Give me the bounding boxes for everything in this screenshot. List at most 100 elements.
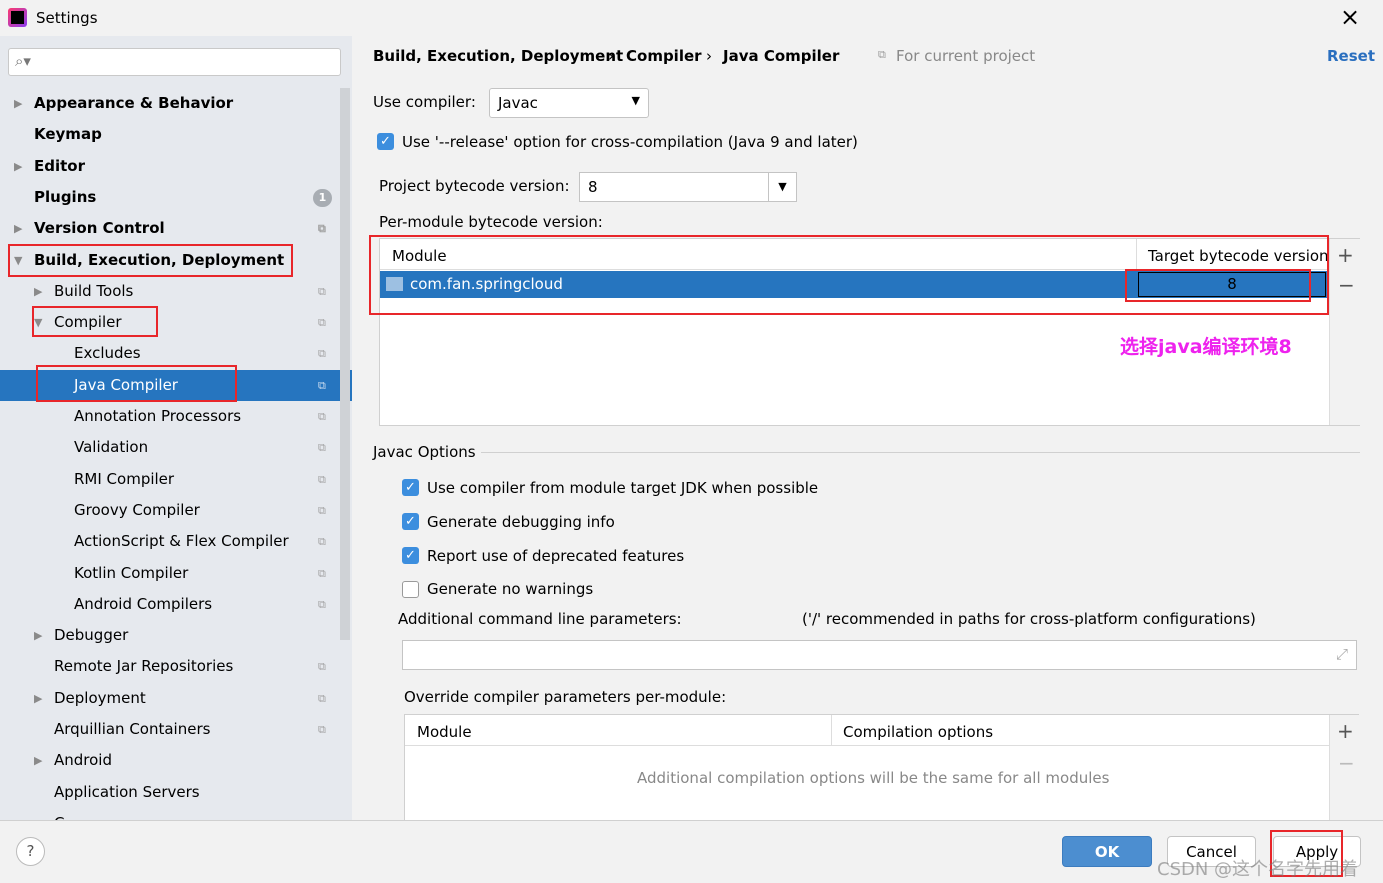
highlight-build <box>8 244 293 277</box>
sidebar-item[interactable]: ▶ Appearance & Behavior <box>0 88 340 119</box>
project-scope-icon: ⧉ <box>318 378 326 392</box>
sidebar-item-label: Annotation Processors <box>74 407 242 425</box>
search-input[interactable]: ⌕▾ <box>8 48 341 76</box>
sidebar-item-label: Plugins <box>34 187 97 206</box>
option-checkbox[interactable]: ✓ <box>402 547 419 564</box>
sidebar-scrollbar[interactable] <box>340 88 350 640</box>
sidebar-item[interactable]: Plugins 1 <box>0 182 340 213</box>
sidebar-item[interactable]: Kotlin Compiler ⧉ <box>0 558 340 589</box>
sidebar-item[interactable]: RMI Compiler ⧉ <box>0 464 340 495</box>
sidebar-item-label: Version Control <box>34 219 165 238</box>
override-table: Module Compilation options Additional co… <box>404 714 1359 821</box>
highlight-version <box>1125 269 1311 302</box>
sidebar-item[interactable]: Validation ⧉ <box>0 432 340 463</box>
sidebar-item[interactable]: ▶ Android <box>0 745 340 776</box>
sidebar-item[interactable]: Application Servers <box>0 777 340 808</box>
sidebar-item-label: Application Servers <box>54 782 200 801</box>
search-icon: ⌕▾ <box>15 52 31 70</box>
sidebar-item[interactable]: Android Compilers ⧉ <box>0 589 340 620</box>
title-bar: Settings × <box>0 0 1383 36</box>
remove-icon[interactable]: − <box>1338 273 1355 297</box>
option-checkbox[interactable]: ✓ <box>402 479 419 496</box>
expand-icon[interactable]: ⤢ <box>1336 645 1348 663</box>
option-label: Generate no warnings <box>427 580 594 598</box>
sidebar-item[interactable]: C⧉ <box>0 808 340 820</box>
collapsed-arrow-icon[interactable]: ▶ <box>14 88 22 119</box>
project-scope-icon: ⧉ <box>318 410 326 423</box>
breadcrumb-item[interactable]: Java Compiler <box>723 47 839 65</box>
collapsed-arrow-icon[interactable]: ▶ <box>34 745 42 776</box>
sidebar-item[interactable]: ▶ Editor <box>0 151 340 182</box>
sidebar-item[interactable]: Keymap <box>0 119 340 150</box>
compiler-select[interactable]: Javac ▼ <box>489 88 649 118</box>
cmd-params-hint: ('/' recommended in paths for cross-plat… <box>802 610 1256 628</box>
ok-button[interactable]: OK <box>1062 836 1152 867</box>
compiler-value: Javac <box>498 94 538 112</box>
sidebar-item[interactable]: Annotation Processors ⧉ <box>0 401 340 432</box>
watermark: CSDN @这个名字先用着 <box>1157 859 1359 880</box>
override-label: Override compiler parameters per-module: <box>404 688 727 706</box>
close-icon[interactable]: × <box>1340 3 1360 31</box>
sidebar-item-label: Editor <box>34 156 85 175</box>
bytecode-combo[interactable]: 8 ▼ <box>579 172 797 202</box>
annotation-text: 选择java编译环境8 <box>1120 336 1292 358</box>
release-label: Use '--release' option for cross-compila… <box>402 133 858 151</box>
sidebar-item[interactable]: Groovy Compiler ⧉ <box>0 495 340 526</box>
collapsed-arrow-icon[interactable]: ▶ <box>14 151 22 182</box>
breadcrumb-item[interactable]: Compiler <box>626 47 702 65</box>
project-scope-icon: ⧉ <box>318 441 326 455</box>
add-icon[interactable]: + <box>1337 243 1354 267</box>
app-logo-icon <box>8 8 27 27</box>
option-label: Generate debugging info <box>427 513 615 531</box>
project-scope-icon: ⧉ <box>318 660 326 674</box>
sidebar-item[interactable]: ActionScript & Flex Compiler ⧉ <box>0 526 340 557</box>
help-button[interactable]: ? <box>16 837 45 866</box>
collapsed-arrow-icon[interactable]: ▶ <box>34 683 42 714</box>
breadcrumb-separator: › <box>608 47 614 65</box>
sidebar-item-label: Build Tools <box>54 281 134 300</box>
sidebar-item-label: Validation <box>74 438 149 457</box>
option-checkbox[interactable] <box>402 581 419 598</box>
breadcrumb-item[interactable]: Build, Execution, Deployment <box>373 47 623 65</box>
sidebar-item[interactable]: Arquillian Containers ⧉ <box>0 714 340 745</box>
highlight-java-compiler <box>36 365 237 402</box>
collapsed-arrow-icon[interactable]: ▶ <box>34 620 42 651</box>
per-module-label: Per-module bytecode version: <box>379 213 603 231</box>
copy-icon: ⧉ <box>878 48 886 61</box>
column-header-options[interactable]: Compilation options <box>831 715 993 745</box>
option-label: Report use of deprecated features <box>427 547 685 565</box>
sidebar-item-label: Kotlin Compiler <box>74 563 189 582</box>
project-scope-icon: ⧉ <box>318 284 326 298</box>
project-scope-icon: ⧉ <box>318 316 326 330</box>
release-checkbox[interactable]: ✓ <box>377 133 394 150</box>
sidebar-item[interactable]: ▶ Deployment ⧉ <box>0 683 340 714</box>
project-scope-icon: ⧉ <box>318 535 326 549</box>
table-toolbar: + − <box>1329 239 1360 425</box>
column-header-module[interactable]: Module <box>417 723 472 741</box>
sidebar-item[interactable]: ▶ Debugger <box>0 620 340 651</box>
update-count-badge: 1 <box>313 188 332 207</box>
cmd-params-label: Additional command line parameters: <box>398 610 682 628</box>
project-scope-icon: ⧉ <box>318 503 326 517</box>
project-scope-icon: ⧉ <box>318 347 326 361</box>
collapsed-arrow-icon[interactable]: ▶ <box>34 276 42 307</box>
sidebar-item-label: Keymap <box>34 125 102 144</box>
project-scope-icon: ⧉ <box>318 808 326 820</box>
add-icon[interactable]: + <box>1337 719 1354 743</box>
sidebar-item[interactable]: Remote Jar Repositories ⧉ <box>0 651 340 682</box>
sidebar-item[interactable]: ▶ Build Tools ⧉ <box>0 276 340 307</box>
section-divider <box>481 452 1360 453</box>
sidebar-item-label: Android <box>54 751 112 770</box>
sidebar-item[interactable]: ▶ Version Control ⧉ <box>0 213 340 244</box>
collapsed-arrow-icon[interactable]: ▶ <box>14 213 22 244</box>
scope-label: For current project <box>896 47 1036 65</box>
settings-sidebar: ⌕▾ ▶ Appearance & Behavior Keymap ▶ Editor Pl… <box>0 36 352 820</box>
option-checkbox[interactable]: ✓ <box>402 513 419 530</box>
chevron-down-icon[interactable]: ▼ <box>768 173 796 201</box>
chevron-down-icon: ▼ <box>631 94 640 107</box>
project-scope-icon: ⧉ <box>318 723 326 736</box>
cmd-params-input[interactable]: ⤢ <box>402 640 1357 670</box>
sidebar-item-label: Debugger <box>54 626 129 645</box>
option-label: Use compiler from module target JDK when… <box>427 479 819 497</box>
reset-link[interactable]: Reset <box>1327 47 1375 65</box>
